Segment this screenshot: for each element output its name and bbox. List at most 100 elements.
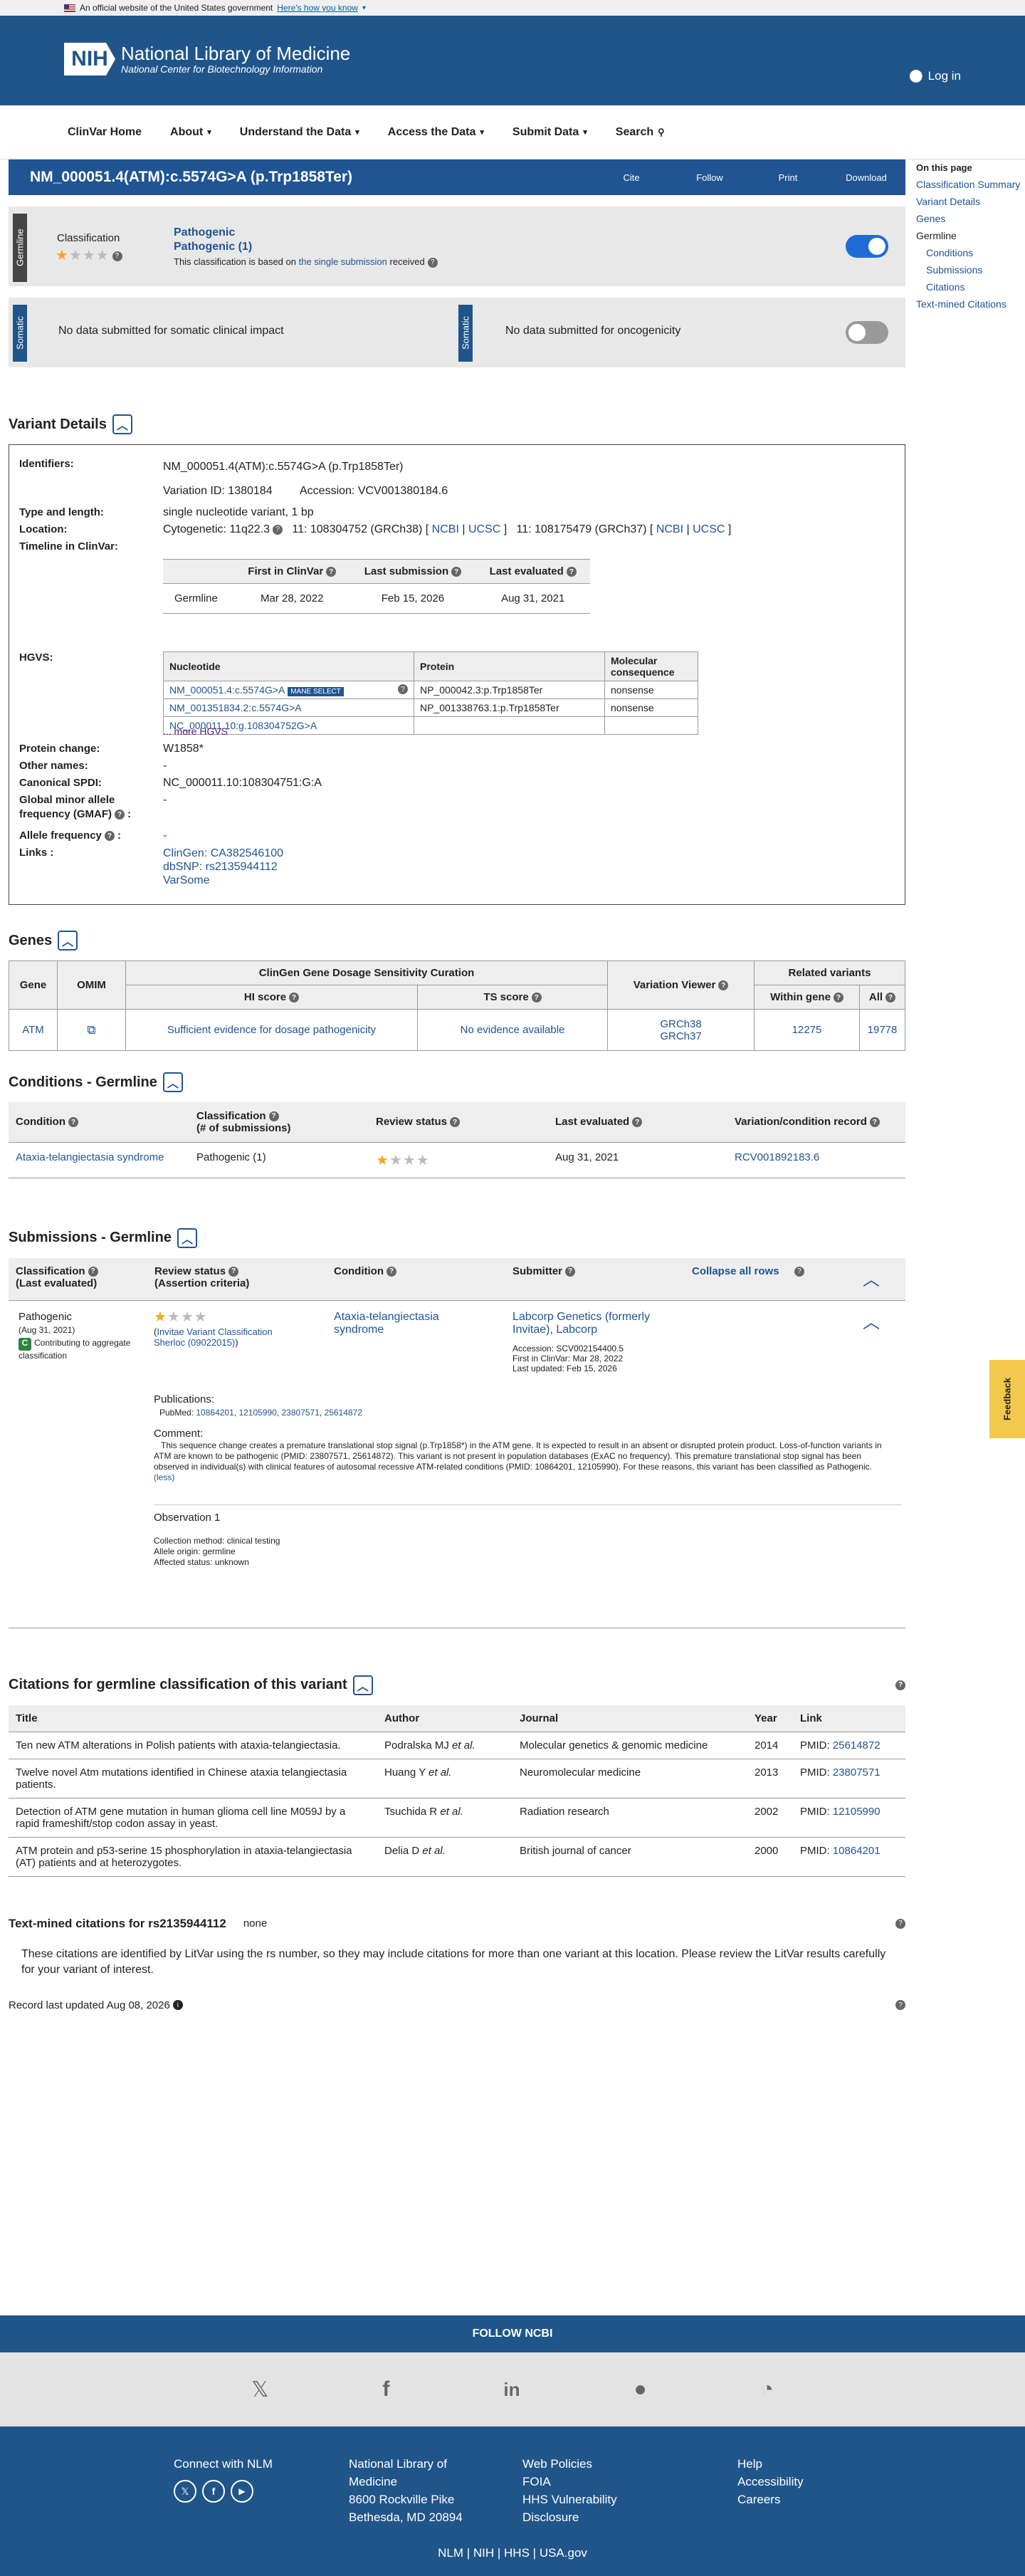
collapse-all-rows-link[interactable]: Collapse all rows: [692, 1265, 779, 1277]
heres-how-link[interactable]: Here's how you know: [277, 3, 358, 13]
pmid-link[interactable]: 25614872: [833, 1739, 881, 1752]
collapse-caret-icon[interactable]: ︿: [177, 1227, 197, 1248]
nav-understand[interactable]: Understand the Data ▾: [240, 126, 359, 139]
pmid-link[interactable]: 12105990: [238, 1408, 276, 1418]
less-link[interactable]: (less): [154, 1472, 174, 1482]
help-link[interactable]: Help: [737, 2455, 804, 2473]
ncbi-link-37[interactable]: NCBI: [656, 523, 683, 535]
help-icon[interactable]: ?: [112, 251, 122, 261]
onpage-citations[interactable]: Citations: [916, 278, 1023, 295]
help-icon[interactable]: ?: [268, 1111, 279, 1121]
germline-toggle[interactable]: [846, 235, 888, 258]
chevron-up-icon[interactable]: ︿: [863, 1265, 880, 1290]
clingen-link[interactable]: ClinGen: CA382546100: [163, 847, 283, 860]
nav-access[interactable]: Access the Data ▾: [388, 126, 484, 139]
criteria-link[interactable]: Invitae Variant Classification Sherloc (…: [154, 1326, 273, 1348]
help-icon[interactable]: ?: [895, 1680, 905, 1690]
help-icon[interactable]: ?: [718, 980, 729, 991]
chevron-up-icon[interactable]: ︿: [863, 1308, 880, 1333]
help-icon[interactable]: ?: [450, 1117, 461, 1128]
github-icon[interactable]: ●: [634, 2377, 647, 2402]
help-icon[interactable]: ?: [833, 993, 843, 1003]
grch38-viewer-link[interactable]: GRCh38: [614, 1018, 748, 1030]
x-icon[interactable]: 𝕏: [174, 2480, 196, 2503]
hhs-link[interactable]: HHS: [504, 2546, 530, 2560]
youtube-icon[interactable]: ▶: [231, 2480, 253, 2503]
info-icon[interactable]: i: [172, 2000, 183, 2010]
help-icon[interactable]: ?: [398, 684, 408, 694]
more-hgvs-label[interactable]: ... more HGVS: [163, 726, 228, 737]
hhs-vulnerability-link[interactable]: HHS Vulnerability: [522, 2491, 617, 2508]
submitter-link[interactable]: Labcorp Genetics (formerly Invitae), Lab…: [512, 1311, 676, 1336]
within-gene-link[interactable]: 12275: [792, 1024, 822, 1036]
nlm-link[interactable]: NLM: [438, 2546, 463, 2560]
onpage-conditions[interactable]: Conditions: [916, 244, 1023, 261]
pmid-link[interactable]: 10864201: [833, 1845, 881, 1857]
single-submission-link[interactable]: the single submission: [299, 256, 387, 267]
pmid-link[interactable]: 10864201: [196, 1408, 233, 1418]
help-icon[interactable]: ?: [289, 993, 300, 1003]
pmid-link[interactable]: 23807571: [833, 1766, 881, 1779]
help-icon[interactable]: ?: [88, 1266, 98, 1277]
condition-link[interactable]: Ataxia-telangiectasia syndrome: [16, 1151, 164, 1163]
collapse-caret-icon[interactable]: ︿: [162, 1072, 183, 1092]
feedback-button[interactable]: Feedback: [989, 1360, 1025, 1438]
collapse-caret-icon[interactable]: ︿: [112, 414, 132, 434]
hgvs-link[interactable]: NM_000051.4:c.5574G>A: [169, 684, 285, 696]
nih-link[interactable]: NIH: [473, 2546, 494, 2560]
varsome-link[interactable]: VarSome: [163, 874, 283, 887]
onpage-classification-summary[interactable]: Classification Summary: [916, 176, 1023, 193]
login-button[interactable]: Log in: [909, 69, 961, 83]
onpage-genes[interactable]: Genes: [916, 210, 1023, 227]
nav-search[interactable]: Search ⚲: [616, 126, 665, 139]
facebook-icon[interactable]: f: [382, 2377, 389, 2402]
pmid-link[interactable]: 23807571: [282, 1408, 320, 1418]
help-icon[interactable]: ?: [273, 524, 283, 535]
help-icon[interactable]: ?: [565, 1266, 576, 1277]
help-icon[interactable]: ?: [632, 1117, 643, 1128]
disclosure-link[interactable]: Disclosure: [522, 2508, 617, 2526]
help-icon[interactable]: ?: [566, 567, 577, 577]
help-icon[interactable]: ?: [451, 567, 462, 577]
collapse-caret-icon[interactable]: ︿: [352, 1675, 373, 1695]
nav-about[interactable]: About ▾: [170, 126, 211, 139]
linkedin-icon[interactable]: in: [503, 2379, 520, 2401]
nav-submit[interactable]: Submit Data ▾: [512, 126, 587, 139]
classification-count[interactable]: Pathogenic (1): [174, 241, 252, 253]
onpage-submissions[interactable]: Submissions: [916, 261, 1023, 278]
help-icon[interactable]: ?: [115, 810, 125, 820]
usagov-link[interactable]: USA.gov: [540, 2546, 587, 2560]
nlm-logo[interactable]: NIH National Library of Medicine Nationa…: [64, 43, 350, 75]
all-link[interactable]: 19778: [868, 1024, 898, 1036]
cite-button[interactable]: Cite: [592, 172, 671, 183]
follow-button[interactable]: Follow: [671, 172, 749, 183]
web-policies-link[interactable]: Web Policies: [522, 2455, 617, 2473]
ncbi-link[interactable]: NCBI: [432, 523, 459, 535]
ts-link[interactable]: No evidence available: [461, 1024, 565, 1036]
external-link-icon[interactable]: ⧉: [87, 1023, 95, 1037]
dbsnp-link[interactable]: dbSNP: rs2135944112: [163, 860, 283, 874]
rss-icon[interactable]: ◔: [761, 2377, 774, 2402]
gene-link[interactable]: ATM: [22, 1024, 44, 1036]
collapse-caret-icon[interactable]: ︿: [58, 931, 78, 951]
help-icon[interactable]: ?: [794, 1266, 804, 1277]
pmid-link[interactable]: 12105990: [833, 1806, 881, 1818]
help-icon[interactable]: ?: [895, 1918, 905, 1929]
help-icon[interactable]: ?: [531, 993, 542, 1003]
help-icon[interactable]: ?: [427, 257, 438, 268]
help-icon[interactable]: ?: [386, 1266, 396, 1277]
careers-link[interactable]: Careers: [737, 2491, 804, 2508]
facebook-icon[interactable]: f: [202, 2480, 225, 2503]
x-icon[interactable]: 𝕏: [251, 2377, 268, 2402]
help-icon[interactable]: ?: [326, 567, 337, 577]
help-icon[interactable]: ?: [885, 993, 896, 1003]
help-icon[interactable]: ?: [895, 2000, 905, 2010]
help-icon[interactable]: ?: [869, 1117, 880, 1128]
somatic-toggle[interactable]: [846, 321, 888, 344]
rcv-link[interactable]: RCV001892183.6: [735, 1151, 819, 1163]
sub-condition-link[interactable]: Ataxia-telangiectasia syndrome: [334, 1311, 476, 1336]
more-hgvs-link[interactable]: ... more HGVS: [163, 726, 228, 737]
ucsc-link-37[interactable]: UCSC: [693, 523, 725, 535]
onpage-text-mined[interactable]: Text-mined Citations: [916, 295, 1023, 313]
ucsc-link[interactable]: UCSC: [468, 523, 500, 535]
